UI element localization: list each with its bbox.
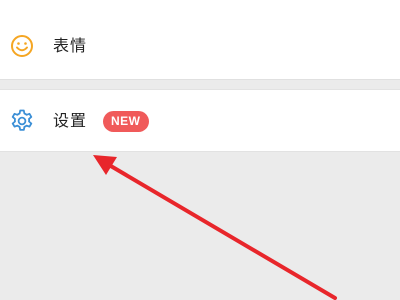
smiley-icon bbox=[11, 35, 33, 57]
menu-item-emoji[interactable]: 表情 bbox=[0, 0, 400, 80]
menu-item-label: 表情 bbox=[53, 36, 88, 55]
gear-icon bbox=[11, 109, 33, 131]
menu-item-settings[interactable]: 设置 NEW bbox=[0, 89, 400, 152]
menu-item-label: 设置 bbox=[53, 111, 88, 130]
new-badge: NEW bbox=[103, 111, 149, 132]
